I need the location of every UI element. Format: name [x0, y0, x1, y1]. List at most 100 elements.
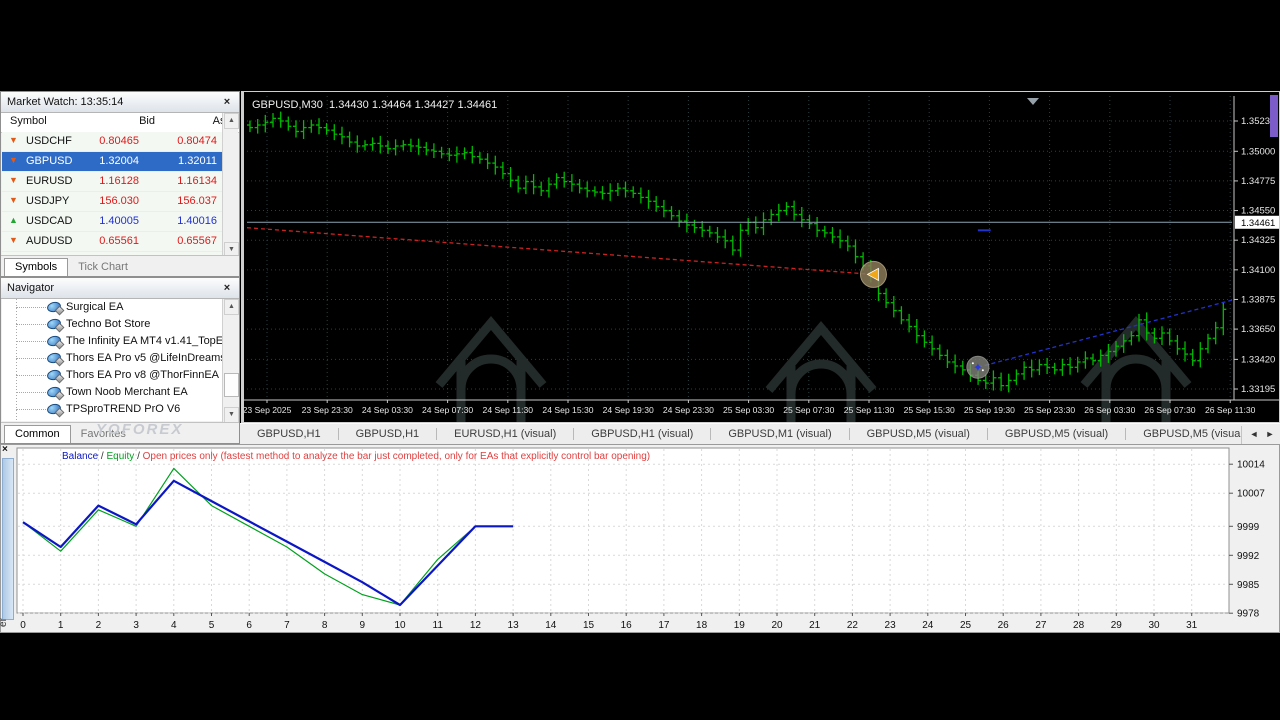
tab-favorites[interactable]: Favorites: [71, 426, 136, 443]
market-watch-row-eurusd[interactable]: ▼ EURUSD 1.16128 1.16134: [2, 172, 223, 192]
tree-stub: [16, 324, 46, 325]
market-watch-row-gbpusd[interactable]: ▼ GBPUSD 1.32004 1.32011: [2, 152, 223, 172]
svg-text:9: 9: [360, 620, 366, 631]
svg-text:23: 23: [885, 620, 897, 631]
market-watch-titlebar[interactable]: Market Watch: 13:35:14 ×: [1, 92, 239, 113]
tree-stub: [16, 358, 46, 359]
symbol-label: USDCHF: [26, 135, 72, 147]
svg-text:25: 25: [960, 620, 972, 631]
navigator-item-ea[interactable]: Techno Bot Store: [2, 316, 223, 333]
tester-result-chart: 1001410007999999929985997801234567891011…: [1, 445, 1279, 632]
tabs-scroll-left-icon[interactable]: ◄: [1246, 426, 1262, 442]
chart-tab-2[interactable]: EURUSD,H1 (visual): [437, 424, 573, 446]
chart-grid: [247, 96, 1232, 400]
trendline-red[interactable]: [247, 228, 873, 275]
expert-advisor-icon: [47, 369, 63, 382]
tab-tick-chart[interactable]: Tick Chart: [68, 259, 138, 276]
svg-text:25 Sep 15:30: 25 Sep 15:30: [904, 405, 955, 415]
ask-value: 1.16134: [177, 175, 217, 187]
market-watch-row-usdcad[interactable]: ▲ USDCAD 1.40005 1.40016: [2, 212, 223, 232]
tabs-scroll-right-icon[interactable]: ►: [1262, 426, 1278, 442]
svg-text:27: 27: [1035, 620, 1047, 631]
svg-text:9985: 9985: [1237, 580, 1260, 591]
navigator-item-ea[interactable]: Thors EA Pro v8 @ThorFinnEA: [2, 367, 223, 384]
market-watch-header[interactable]: Symbol Bid Ask: [1, 113, 239, 133]
navigator-tabs: CommonFavorites: [1, 422, 239, 443]
svg-text:✦: ✦: [973, 360, 983, 374]
svg-text:24 Sep 19:30: 24 Sep 19:30: [603, 405, 654, 415]
chart-tab-4[interactable]: GBPUSD,M1 (visual): [711, 424, 848, 446]
svg-text:25 Sep 03:30: 25 Sep 03:30: [723, 405, 774, 415]
tab-symbols[interactable]: Symbols: [4, 258, 68, 276]
chart-tab-5[interactable]: GBPUSD,M5 (visual): [850, 424, 987, 446]
market-watch-row-usdjpy[interactable]: ▼ USDJPY 156.030 156.037: [2, 192, 223, 212]
ask-value: 0.80474: [177, 135, 217, 147]
svg-text:1.34461: 1.34461: [1241, 218, 1275, 229]
svg-text:11: 11: [433, 620, 444, 631]
expert-advisor-icon: [47, 386, 63, 399]
tester-side-strip[interactable]: [2, 458, 14, 620]
chart-tab-6[interactable]: GBPUSD,M5 (visual): [988, 424, 1125, 446]
tester-legend: Balance / Equity / Open prices only (fas…: [62, 451, 650, 462]
close-icon[interactable]: ×: [220, 278, 234, 298]
price-chart[interactable]: ✦ 1.352301.350001.347751.345501.343251.3…: [244, 92, 1279, 422]
column-symbol[interactable]: Symbol: [10, 115, 47, 127]
bid-value: 0.65561: [99, 235, 139, 247]
scroll-up-icon[interactable]: ▲: [224, 113, 239, 129]
navigator-item-label: Techno Bot Store: [66, 318, 150, 330]
column-bid[interactable]: Bid: [139, 115, 155, 127]
svg-text:10007: 10007: [1237, 489, 1265, 500]
order-marker-icon[interactable]: [860, 261, 886, 287]
svg-text:1.34100: 1.34100: [1241, 265, 1275, 276]
ask-value: 156.037: [177, 195, 217, 207]
ask-value: 1.40016: [177, 215, 217, 227]
chart-tab-1[interactable]: GBPUSD,H1: [339, 424, 437, 446]
svg-text:1.34775: 1.34775: [1241, 176, 1275, 187]
market-watch-row-usdchf[interactable]: ▼ USDCHF 0.80465 0.80474: [2, 132, 223, 152]
navigator-item-ea[interactable]: Town Noob Merchant EA: [2, 384, 223, 401]
svg-text:16: 16: [621, 620, 633, 631]
tree-stub: [16, 375, 46, 376]
symbol-label: GBPUSD: [26, 155, 72, 167]
navigator-item-ea[interactable]: Thors EA Pro v5 @LifeInDreams: [2, 350, 223, 367]
svg-text:31: 31: [1186, 620, 1198, 631]
navigator-item-ea[interactable]: TPSproTREND PrO V6: [2, 401, 223, 418]
svg-text:24 Sep 03:30: 24 Sep 03:30: [362, 405, 413, 415]
navigator-item-label: Thors EA Pro v5 @LifeInDreams: [66, 352, 223, 364]
chart-shift-icon[interactable]: [1027, 98, 1039, 105]
navigator-panel: Navigator × Surgical EA Techno Bot Store…: [0, 277, 240, 444]
svg-text:24 Sep 07:30: 24 Sep 07:30: [422, 405, 473, 415]
close-icon[interactable]: ×: [220, 92, 234, 112]
market-watch-scrollbar[interactable]: ▲ ▼: [222, 113, 238, 258]
tab-common[interactable]: Common: [4, 425, 71, 443]
market-watch-tabs: SymbolsTick Chart: [1, 255, 239, 276]
price-axis-labels: 1.352301.350001.347751.345501.343251.341…: [1234, 116, 1279, 395]
tester-side-tab[interactable]: er: [0, 618, 9, 627]
chart-tab-bar: GBPUSD,H1GBPUSD,H1EURUSD,H1 (visual)GBPU…: [240, 423, 1280, 446]
navigator-tree: Surgical EA Techno Bot Store The Infinit…: [2, 299, 223, 421]
svg-text:23 Sep 23:30: 23 Sep 23:30: [302, 405, 353, 415]
chart-tab-3[interactable]: GBPUSD,H1 (visual): [574, 424, 710, 446]
scrollbar-thumb[interactable]: [224, 373, 239, 397]
svg-text:17: 17: [658, 620, 670, 631]
market-watch-row-audusd[interactable]: ▼ AUDUSD 0.65561 0.65567: [2, 232, 223, 252]
navigator-scrollbar[interactable]: ▲ ▼: [222, 299, 238, 423]
scroll-up-icon[interactable]: ▲: [224, 299, 239, 315]
legend-separator: /: [137, 451, 140, 462]
navigator-item-ea[interactable]: Surgical EA: [2, 299, 223, 316]
svg-text:24 Sep 11:30: 24 Sep 11:30: [483, 405, 534, 415]
svg-text:7: 7: [284, 620, 290, 631]
event-marker-icon[interactable]: ✦: [967, 356, 989, 378]
svg-text:24: 24: [922, 620, 934, 631]
symbol-label: USDJPY: [26, 195, 69, 207]
navigator-titlebar[interactable]: Navigator ×: [1, 278, 239, 299]
svg-text:26 Sep 11:30: 26 Sep 11:30: [1205, 405, 1256, 415]
tree-stub: [16, 341, 46, 342]
svg-text:25 Sep 07:30: 25 Sep 07:30: [783, 405, 834, 415]
legend-equity: Equity: [106, 451, 134, 462]
tester-close-icon[interactable]: ×: [2, 444, 8, 455]
chart-tab-0[interactable]: GBPUSD,H1: [240, 424, 338, 446]
expert-advisor-icon: [47, 403, 63, 416]
navigator-item-ea[interactable]: The Infinity EA MT4 v1.41_TopE: [2, 333, 223, 350]
scroll-down-icon[interactable]: ▼: [224, 407, 239, 423]
